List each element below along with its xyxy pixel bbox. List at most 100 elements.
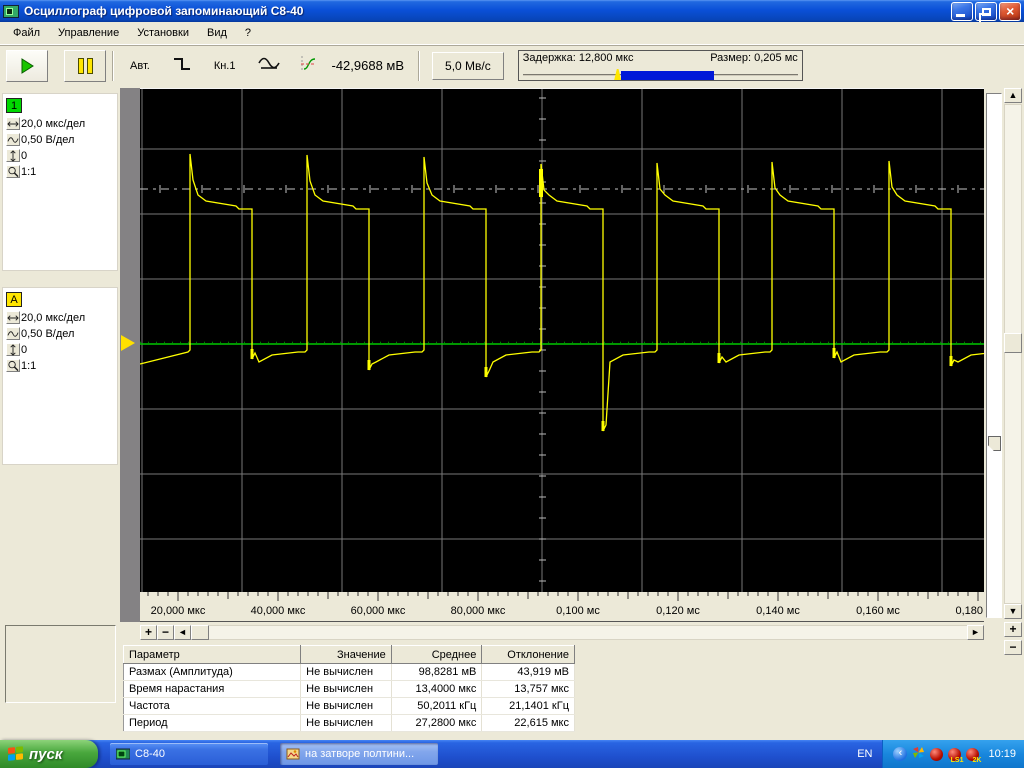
zoom-in-button[interactable]: +: [140, 625, 157, 640]
sample-rate-button[interactable]: 5,0 Мв/с: [432, 51, 504, 80]
channel-panel-1: 1 20,0 мкс/дел 0,50 В/дел 0 1:1: [2, 93, 118, 271]
axis-label: 0,160 мс: [856, 605, 900, 617]
ground-marker-arrow-icon[interactable]: [121, 335, 135, 351]
scroll-right-button[interactable]: ►: [967, 625, 984, 640]
channel-setting-row: 20,0 мкс/дел: [6, 310, 114, 325]
menu-item-2[interactable]: Установки: [128, 24, 198, 42]
channel-panel-A: A 20,0 мкс/дел 0,50 В/дел 0 1:1: [2, 287, 118, 465]
trigger-level-icon[interactable]: [299, 55, 317, 76]
zoom-ratio-icon[interactable]: [6, 165, 20, 178]
title-bar: Осциллограф цифровой запоминающий С8-40 …: [0, 0, 1024, 25]
red-ball-icon[interactable]: 2K: [966, 747, 981, 764]
windows-logo-icon: [8, 746, 24, 762]
axis-label: 40,000 мкс: [250, 605, 306, 617]
pinwheel-icon[interactable]: [912, 746, 925, 762]
table-cell: 50,2011 кГц: [391, 697, 483, 715]
v-offset-icon[interactable]: [6, 343, 20, 356]
table-header-0[interactable]: Параметр: [122, 645, 302, 664]
channel-setting-value: 0,50 В/дел: [21, 133, 75, 146]
close-button[interactable]: ×: [999, 1, 1021, 21]
axis-label: 80,000 мкс: [450, 605, 506, 617]
minimize-button[interactable]: [951, 1, 973, 21]
table-row: Время нарастания Не вычислен 13,4000 мкс 13…: [123, 680, 575, 698]
trigger-level-value: -42,9688 мВ: [331, 58, 405, 73]
ground-level-line[interactable]: [140, 341, 984, 345]
pause-icon: [77, 57, 93, 74]
menu-item-0[interactable]: Файл: [4, 24, 49, 42]
channel-setting-row: 20,0 мкс/дел: [6, 116, 114, 131]
v-scroll-thumb[interactable]: [1004, 333, 1022, 353]
falling-edge-icon[interactable]: [172, 56, 192, 75]
start-button[interactable]: пуск: [0, 740, 98, 768]
zoom-ratio-icon[interactable]: [6, 359, 20, 372]
table-cell: Не вычислен: [300, 714, 392, 732]
channel-badge-A[interactable]: A: [6, 292, 22, 307]
collapse-chevron-icon[interactable]: ‹: [893, 747, 908, 761]
scroll-left-button[interactable]: ◄: [174, 625, 191, 640]
table-cell: Частота: [123, 697, 302, 715]
measurements-table: Параметр Значение Среднее Отклонение Размах…: [122, 645, 575, 732]
ac-coupling-icon[interactable]: [257, 56, 281, 75]
scroll-down-button[interactable]: ▼: [1004, 604, 1022, 619]
menu-item-3[interactable]: Вид: [198, 24, 236, 42]
channel-setting-row: 0,50 В/дел: [6, 132, 114, 147]
trigger-mode-label[interactable]: Авт.: [130, 60, 150, 72]
horizontal-scroll-row: + − ◄ ►: [140, 625, 984, 641]
minimize-icon: [956, 13, 965, 17]
pause-button[interactable]: [64, 49, 106, 82]
table-cell: Не вычислен: [300, 663, 392, 681]
h-range-icon[interactable]: [6, 117, 20, 130]
toolbar-separator: [418, 50, 421, 81]
axis-label: 0,180: [955, 605, 983, 617]
trigger-level-line[interactable]: [140, 185, 984, 193]
menu-item-4[interactable]: ?: [236, 24, 260, 42]
table-cell: Период: [123, 714, 302, 732]
axis-label: 60,000 мкс: [350, 605, 406, 617]
task-label: на затворе полтини...: [305, 748, 415, 760]
oscilloscope-display[interactable]: [139, 88, 998, 593]
red-ball-icon[interactable]: [930, 747, 944, 761]
language-indicator[interactable]: EN: [847, 748, 882, 760]
zoom-out-button[interactable]: −: [157, 625, 174, 640]
h-range-icon[interactable]: [6, 311, 20, 324]
grid-lines: [140, 89, 984, 593]
channel-setting-value: 1:1: [21, 165, 37, 178]
wave-scale-icon[interactable]: [6, 327, 20, 340]
oscilloscope-icon: [115, 748, 131, 760]
run-button[interactable]: [6, 49, 48, 82]
toolbar-separator: [112, 50, 114, 81]
h-scroll-track[interactable]: [209, 625, 967, 640]
table-cell: 13,757 мкс: [481, 680, 575, 698]
v-zoom-out-button[interactable]: −: [1004, 640, 1022, 655]
table-header-1[interactable]: Значение: [300, 645, 392, 664]
delay-window-bar[interactable]: [621, 71, 714, 80]
channel-badge-1[interactable]: 1: [6, 98, 22, 113]
v-offset-icon[interactable]: [6, 149, 20, 162]
table-header-2[interactable]: Среднее: [390, 645, 483, 664]
delay-label: Задержка: 12,800 мкс: [522, 52, 634, 64]
level-slider-track[interactable]: [986, 93, 1002, 618]
axis-label: 0,100 мс: [556, 605, 600, 617]
channel-setting-row: 0: [6, 148, 114, 163]
trigger-source-label[interactable]: Кн.1: [214, 60, 236, 72]
taskbar-task-0[interactable]: С8-40: [110, 743, 268, 765]
restore-button[interactable]: [975, 1, 997, 25]
table-header-3[interactable]: Отклонение: [481, 645, 575, 664]
time-axis: 20,000 мкс 40,000 мкс 60,000 мкс 80,000 мкс…: [140, 592, 984, 622]
menu-item-1[interactable]: Управление: [49, 24, 128, 42]
table-row: Размах (Амплитуда) Не вычислен 98,8281 мВ 4…: [123, 663, 575, 681]
channel-setting-value: 0: [21, 149, 28, 162]
table-row: Период Не вычислен 27,2800 мкс 22,615 мкс: [123, 714, 575, 732]
clock: 10:19: [988, 748, 1016, 760]
v-zoom-in-button[interactable]: +: [1004, 622, 1022, 637]
taskbar-task-1[interactable]: на затворе полтини...: [280, 743, 438, 765]
level-slider-handle[interactable]: [988, 436, 1001, 451]
wave-scale-icon[interactable]: [6, 133, 20, 146]
scroll-up-button[interactable]: ▲: [1004, 88, 1022, 103]
h-scroll-thumb[interactable]: [191, 625, 209, 640]
channel-setting-value: 0,50 В/дел: [21, 327, 75, 340]
v-scroll-track[interactable]: [1004, 104, 1022, 604]
waveform-trace: [139, 153, 998, 432]
red-ball-icon[interactable]: LS1: [948, 747, 963, 764]
table-cell: 43,919 мВ: [481, 663, 575, 681]
